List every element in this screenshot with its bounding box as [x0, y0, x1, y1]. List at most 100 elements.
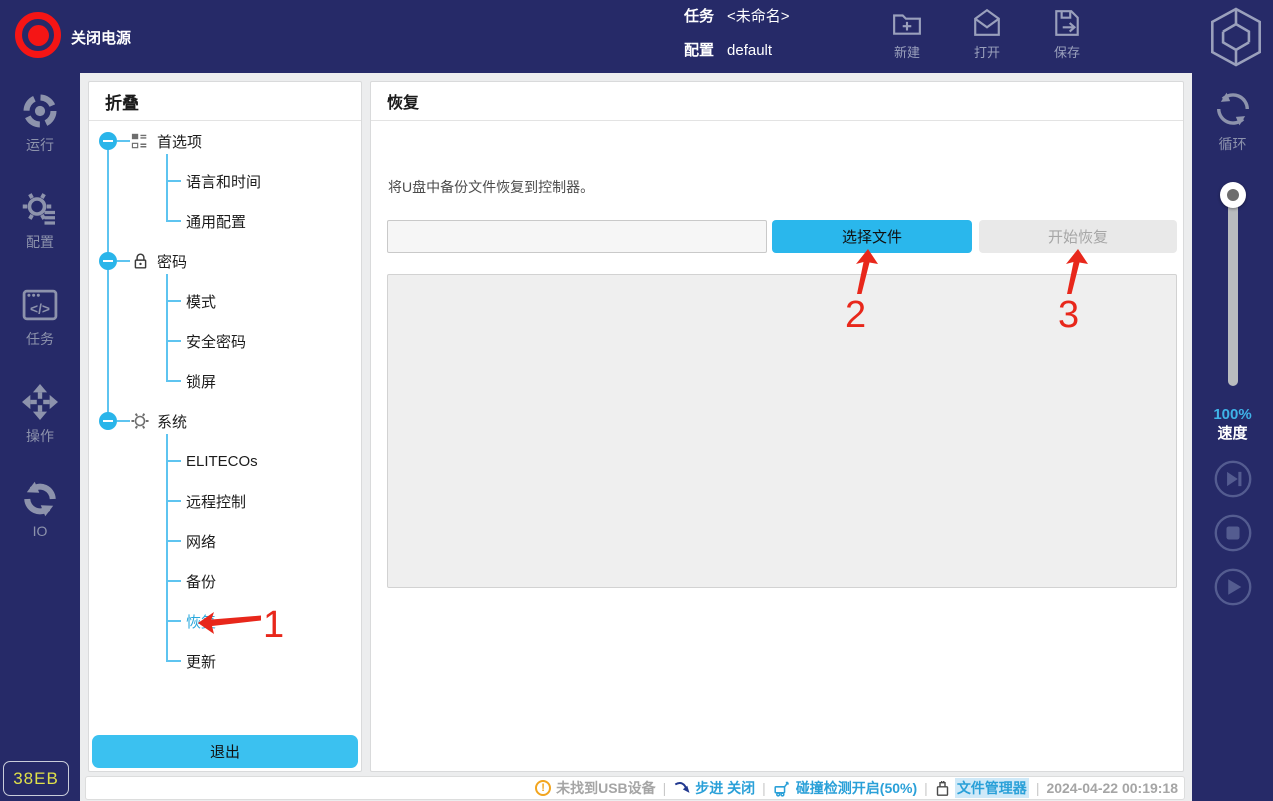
- sidebar-item-io[interactable]: IO: [22, 475, 58, 572]
- app-window: 关闭电源 任务 <未命名> 配置 default 新建: [0, 0, 1273, 801]
- tree-item-mode[interactable]: 模式: [89, 281, 361, 321]
- tree-node-system[interactable]: 系统: [89, 401, 361, 441]
- sidebar-item-task[interactable]: </> 任务: [22, 281, 58, 378]
- lock-icon: [130, 251, 150, 271]
- tree-item-general-config[interactable]: 通用配置: [89, 201, 361, 241]
- sidebar-item-config[interactable]: 配置: [22, 184, 58, 281]
- status-badge: 38EB: [3, 761, 69, 796]
- step-next-button[interactable]: [1214, 460, 1252, 498]
- task-config-info: 任务 <未命名> 配置 default: [684, 9, 790, 77]
- tree-item-update[interactable]: 更新: [89, 641, 361, 681]
- step-mode-status[interactable]: 步进 关闭: [673, 778, 755, 798]
- restore-description: 将U盘中备份文件恢复到控制器。: [388, 177, 594, 197]
- select-file-button[interactable]: 选择文件: [772, 220, 972, 253]
- svg-text:</>: </>: [30, 300, 50, 316]
- power-off-label: 关闭电源: [71, 27, 131, 48]
- collapse-header[interactable]: 折叠: [89, 82, 361, 121]
- clock: 2024-04-22 00:19:18: [1046, 780, 1178, 796]
- tree-connector: [166, 460, 181, 462]
- tree-connector: [117, 260, 130, 262]
- cycle-arrows-icon: [22, 481, 58, 517]
- tree-connector: [166, 540, 181, 542]
- slider-track[interactable]: [1228, 190, 1238, 386]
- move-arrows-icon: [22, 384, 58, 420]
- gear-icon: [130, 411, 150, 431]
- speed-readout: 100% 速度: [1213, 406, 1251, 444]
- collision-detection-icon: [773, 780, 791, 797]
- loop-mode[interactable]: 循环: [1213, 89, 1253, 154]
- left-nav-sidebar: 运行 配置 </>: [0, 73, 80, 801]
- tree-item-network[interactable]: 网络: [89, 521, 361, 561]
- system-children: ELITECOs 远程控制 网络 备份 恢复: [89, 441, 361, 681]
- separator: |: [924, 780, 928, 796]
- tree-item-safety-password[interactable]: 安全密码: [89, 321, 361, 361]
- collapse-minus-icon[interactable]: [99, 132, 117, 150]
- tree-connector: [117, 140, 130, 142]
- code-window-icon: </>: [22, 287, 58, 323]
- tree-connector: [166, 380, 181, 382]
- power-record-icon[interactable]: [15, 12, 61, 58]
- tree-connector: [166, 500, 181, 502]
- config-label: 配置: [684, 43, 714, 58]
- tree-connector: [166, 340, 181, 342]
- settings-tree-panel: 折叠 首选项 语言和: [88, 81, 362, 772]
- separator: |: [663, 780, 667, 796]
- file-actions: 新建 打开 保存: [878, 8, 1096, 61]
- speed-slider[interactable]: [1220, 182, 1246, 394]
- right-control-sidebar: 循环 100% 速度: [1192, 73, 1273, 801]
- preferences-children: 语言和时间 通用配置: [89, 161, 361, 241]
- sidebar-item-run[interactable]: 运行: [22, 87, 58, 184]
- tree-connector: [166, 660, 181, 662]
- tree-item-lock-screen[interactable]: 锁屏: [89, 361, 361, 401]
- file-manager-button[interactable]: 文件管理器: [935, 778, 1029, 798]
- tree-item-backup[interactable]: 备份: [89, 561, 361, 601]
- exit-button[interactable]: 退出: [92, 735, 358, 768]
- password-children: 模式 安全密码 锁屏: [89, 281, 361, 401]
- save-task-button[interactable]: 保存: [1038, 8, 1096, 61]
- collapse-minus-icon[interactable]: [99, 412, 117, 430]
- loop-cycle-icon: [1213, 89, 1253, 129]
- speed-label: 速度: [1213, 425, 1251, 444]
- elite-robot-logo-icon: [1208, 6, 1264, 68]
- separator: |: [762, 780, 766, 796]
- save-disk-icon: [1052, 8, 1082, 38]
- tree-connector: [117, 420, 130, 422]
- warning-icon: !: [535, 780, 551, 796]
- start-restore-button[interactable]: 开始恢复: [979, 220, 1177, 253]
- task-value: <未命名>: [727, 9, 790, 24]
- slider-handle[interactable]: [1220, 182, 1246, 208]
- restore-file-list: [387, 274, 1177, 588]
- folder-plus-icon: [892, 8, 922, 38]
- stop-button[interactable]: [1214, 514, 1252, 552]
- collision-status[interactable]: 碰撞检测开启(50%): [773, 778, 917, 798]
- tree-connector: [166, 220, 181, 222]
- backup-file-path-input[interactable]: [387, 220, 767, 253]
- config-value: default: [727, 43, 772, 58]
- restore-panel: 恢复 将U盘中备份文件恢复到控制器。 选择文件 开始恢复: [370, 81, 1184, 772]
- separator: |: [1036, 780, 1040, 796]
- tree-node-preferences[interactable]: 首选项: [89, 121, 361, 161]
- tree-node-password[interactable]: 密码: [89, 241, 361, 281]
- open-task-button[interactable]: 打开: [958, 8, 1016, 61]
- settings-tree: 首选项 语言和时间 通用配置: [89, 121, 361, 681]
- sitemap-icon: [130, 131, 150, 151]
- tree-connector: [166, 300, 181, 302]
- tree-connector: [166, 620, 181, 622]
- page-title: 恢复: [371, 82, 1183, 121]
- usb-status: ! 未找到USB设备: [535, 778, 656, 798]
- tree-connector: [166, 180, 181, 182]
- play-button[interactable]: [1214, 568, 1252, 606]
- usb-plug-icon: [935, 780, 950, 797]
- collapse-minus-icon[interactable]: [99, 252, 117, 270]
- sidebar-item-operate[interactable]: 操作: [22, 378, 58, 475]
- speed-value: 100%: [1213, 406, 1251, 425]
- new-task-button[interactable]: 新建: [878, 8, 936, 61]
- status-bar: ! 未找到USB设备 | 步进 关闭 | 碰撞检测开启(50%): [85, 776, 1185, 800]
- top-bar: 关闭电源 任务 <未命名> 配置 default 新建: [0, 0, 1273, 73]
- tree-item-language-and-time[interactable]: 语言和时间: [89, 161, 361, 201]
- tree-item-elitecos[interactable]: ELITECOs: [89, 441, 361, 481]
- step-arrow-icon: [673, 780, 690, 796]
- tree-item-restore[interactable]: 恢复: [89, 601, 361, 641]
- tree-connector: [166, 580, 181, 582]
- tree-item-remote-control[interactable]: 远程控制: [89, 481, 361, 521]
